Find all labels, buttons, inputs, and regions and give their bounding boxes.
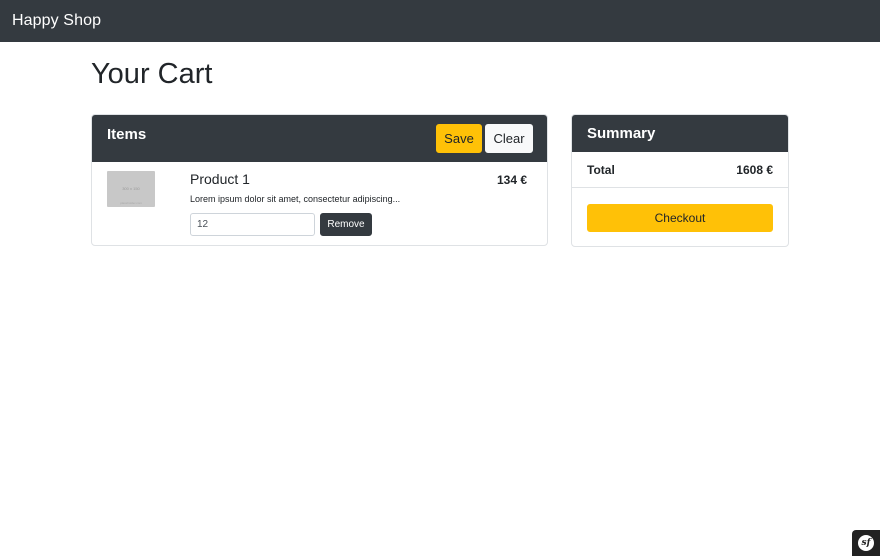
cart-items-card: Items Save Clear 300 x 150 placeholder.c… [91,114,548,246]
symfony-toolbar-toggle[interactable]: sf [852,530,880,556]
cart-items-title: Items [107,126,147,143]
summary-title: Summary [587,125,656,142]
clear-button[interactable]: Clear [485,124,533,153]
total-label: Total [587,163,615,177]
thumbnail-subtext: placeholder.com [120,201,142,205]
product-name: Product 1 [190,171,250,187]
page-title: Your Cart [91,58,213,90]
summary-card: Summary Total 1608 € Checkout [571,114,789,247]
product-description: Lorem ipsum dolor sit amet, consectetur … [190,194,401,204]
remove-button[interactable]: Remove [320,213,372,236]
save-button[interactable]: Save [436,124,482,153]
product-thumbnail: 300 x 150 placeholder.com [107,171,155,207]
quantity-input[interactable] [190,213,315,236]
cart-item: 300 x 150 placeholder.com Product 1 134 … [92,162,547,245]
thumbnail-text: 300 x 150 [122,186,140,191]
total-value: 1608 € [736,163,773,177]
navbar: Happy Shop [0,0,880,42]
symfony-logo-icon: sf [858,535,874,551]
cart-items-header: Items Save Clear [92,115,547,162]
total-row: Total 1608 € [572,152,788,188]
product-price: 134 € [496,173,527,187]
summary-header: Summary [572,115,788,152]
brand-link[interactable]: Happy Shop [12,12,101,30]
checkout-button[interactable]: Checkout [587,204,773,232]
